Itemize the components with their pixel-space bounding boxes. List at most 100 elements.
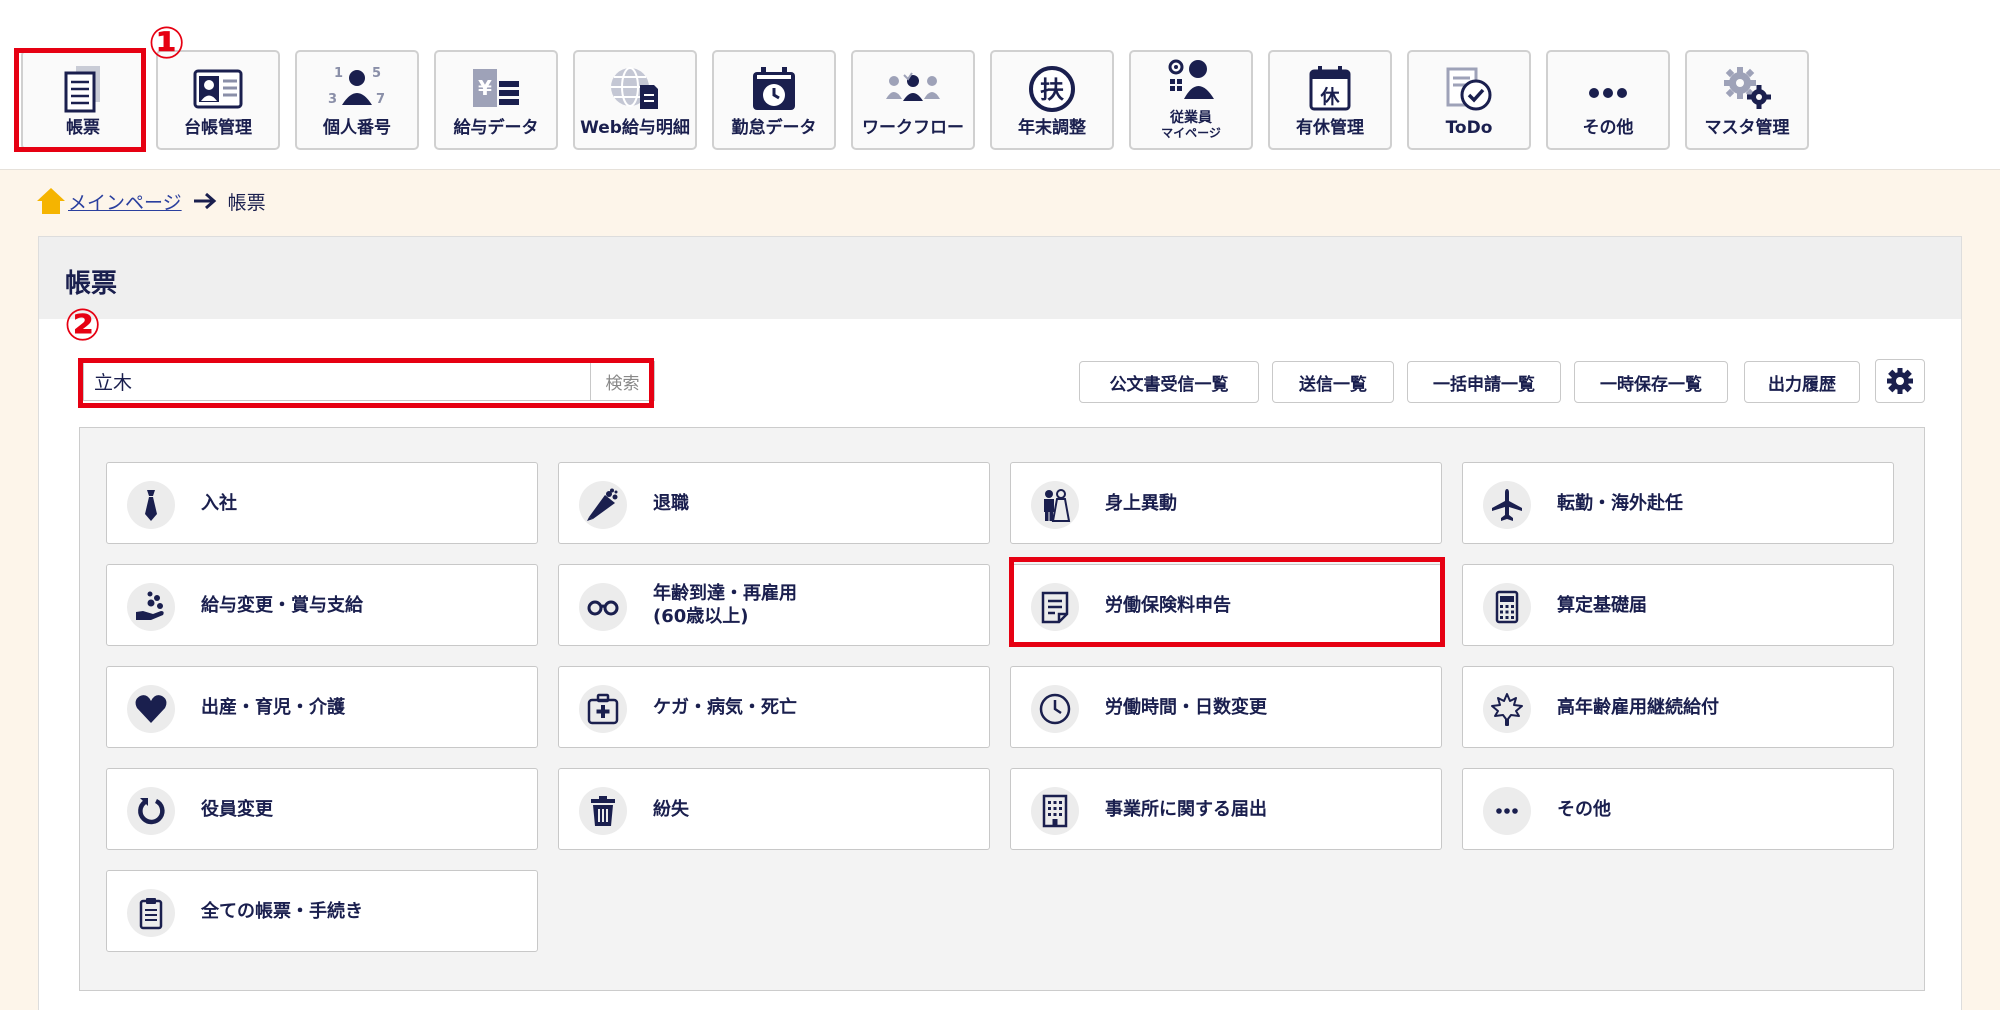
category-card-nyusha[interactable]: 入社	[106, 462, 538, 544]
toolbar-label: ワークフロー	[862, 118, 964, 138]
fuyou-seal-icon: 扶	[1029, 66, 1075, 112]
svg-text:7: 7	[376, 92, 385, 107]
clock-icon	[1039, 693, 1071, 725]
category-card-yakuin-henko[interactable]: 役員変更	[106, 768, 538, 850]
toolbar-label: その他	[1582, 118, 1634, 138]
forms-panel: 帳票 検索 公文書受信一覧 送信一覧 一括申請一覧 一時保存一覧 出力履歴	[38, 236, 1962, 1010]
hand-coins-icon	[136, 591, 164, 620]
breadcrumb-home-link[interactable]: メインページ	[68, 188, 182, 215]
workflow-people-icon	[886, 72, 940, 101]
category-label: 役員変更	[201, 798, 273, 820]
refresh-icon	[138, 798, 165, 825]
category-card-santei-kiso[interactable]: 算定基礎届	[1462, 564, 1894, 646]
employee-mypage-icon	[1168, 59, 1214, 99]
wedding-couple-icon	[1044, 489, 1071, 522]
svg-text:3: 3	[328, 92, 337, 107]
category-card-taishoku[interactable]: 退職	[558, 462, 990, 544]
toolbar-web-payslip-button[interactable]: Web給与明細	[573, 50, 697, 150]
category-label: 紛失	[653, 798, 689, 820]
more-dots-icon	[1589, 88, 1627, 98]
temp-saved-list-button[interactable]: 一時保存一覧	[1574, 361, 1728, 403]
globe-document-icon	[611, 67, 658, 109]
page-title: 帳票	[65, 269, 118, 299]
toolbar-master-management-button[interactable]: マスタ管理	[1685, 50, 1809, 150]
category-label: その他	[1557, 798, 1611, 820]
output-history-button[interactable]: 出力履歴	[1744, 361, 1860, 403]
toolbar-label: 有休管理	[1296, 118, 1364, 138]
calendar-kyu-icon: 休	[1309, 66, 1351, 111]
category-card-konenrei[interactable]: 高年齢雇用継続給付	[1462, 666, 1894, 748]
toolbar-label: ToDo	[1445, 118, 1493, 138]
necktie-icon	[145, 490, 157, 521]
category-label: ケガ・病気・死亡	[653, 696, 797, 718]
id-card-icon	[193, 69, 243, 109]
bouquet-icon	[587, 488, 618, 521]
heart-icon	[135, 695, 167, 723]
category-card-shussan[interactable]: 出産・育児・介護	[106, 666, 538, 748]
toolbar-label: マスタ管理	[1704, 118, 1790, 138]
main-area: メインページ 帳票 帳票 検索 公文書受信一覧 送信一覧 一括申請一覧 一時保存…	[0, 170, 2000, 1010]
category-card-kyuyo-henko[interactable]: 給与変更・賞与支給	[106, 564, 538, 646]
highlight-frame	[1009, 557, 1445, 647]
toolbar-paid-leave-button[interactable]: 休 有休管理	[1268, 50, 1392, 150]
category-label: 全ての帳票・手続き	[201, 900, 363, 922]
breadcrumb-current: 帳票	[227, 191, 266, 214]
category-card-all-forms[interactable]: 全ての帳票・手続き	[106, 870, 538, 952]
svg-text:休: 休	[1319, 86, 1340, 108]
category-card-funshitsu[interactable]: 紛失	[558, 768, 990, 850]
toolbar-label: 年末調整	[1018, 118, 1086, 138]
toolbar-label: 台帳管理	[184, 118, 252, 138]
toolbar-mynumber-button[interactable]: 1 5 3 7 個人番号	[295, 50, 419, 150]
category-card-rodo-jikan[interactable]: 労働時間・日数変更	[1010, 666, 1442, 748]
toolbar-label: 勤怠データ	[731, 118, 817, 138]
settings-button[interactable]	[1875, 359, 1925, 403]
category-label: 出産・育児・介護	[201, 696, 345, 718]
arrow-right-icon	[193, 192, 216, 210]
highlight-frame	[14, 48, 146, 152]
sent-list-button[interactable]: 送信一覧	[1272, 361, 1394, 403]
toolbar-payroll-data-button[interactable]: ¥ 給与データ	[434, 50, 558, 150]
top-toolbar: 帳票 台帳管理 1 5 3 7 個人番号 ¥ 給与データ Web給与明細 勤怠デ…	[0, 0, 2000, 170]
panel-header: 帳票	[39, 237, 1961, 319]
glasses-icon	[587, 600, 619, 616]
callout-number: ①	[148, 18, 186, 69]
category-card-jigyosho[interactable]: 事業所に関する届出	[1010, 768, 1442, 850]
category-card-shinjo-ido[interactable]: 身上異動	[1010, 462, 1442, 544]
toolbar-workflow-button[interactable]: ワークフロー	[851, 50, 975, 150]
category-label: 事業所に関する届出	[1105, 798, 1267, 820]
clock-calendar-icon	[753, 67, 795, 110]
category-card-kega[interactable]: ケガ・病気・死亡	[558, 666, 990, 748]
category-label: 高年齢雇用継続給付	[1557, 696, 1719, 718]
airplane-icon	[1492, 489, 1522, 521]
breadcrumb: メインページ 帳票	[36, 186, 266, 216]
toolbar-other-button[interactable]: その他	[1546, 50, 1670, 150]
category-label: 退職	[653, 492, 689, 514]
todo-check-icon	[1446, 67, 1492, 111]
highlight-frame	[78, 358, 654, 408]
toolbar-label: 従業員 マイページ	[1131, 110, 1251, 140]
gears-icon	[1724, 67, 1771, 109]
category-card-sonota[interactable]: その他	[1462, 768, 1894, 850]
toolbar-employee-mypage-button[interactable]: 従業員 マイページ	[1129, 50, 1253, 150]
category-label: 身上異動	[1105, 492, 1177, 514]
category-label: 算定基礎届	[1557, 594, 1647, 616]
bulk-application-list-button[interactable]: 一括申請一覧	[1407, 361, 1561, 403]
yen-data-icon: ¥	[473, 69, 519, 107]
category-card-nenrei-toutatsu[interactable]: 年齢到達・再雇用 (60歳以上)	[558, 564, 990, 646]
category-grid: 入社 退職 身上異動 転勤・海外赴任 給与変更・賞与支給 年齢到達・再雇用 (6…	[79, 427, 1925, 991]
toolbar-label-line2: マイページ	[1161, 126, 1221, 140]
category-label: 入社	[201, 492, 237, 514]
toolbar-attendance-button[interactable]: 勤怠データ	[712, 50, 836, 150]
toolbar-todo-button[interactable]: ToDo	[1407, 50, 1531, 150]
official-docs-received-button[interactable]: 公文書受信一覧	[1079, 361, 1259, 403]
calculator-icon	[1495, 590, 1519, 624]
toolbar-label-line1: 従業員	[1170, 110, 1212, 126]
category-label: 年齢到達・再雇用 (60歳以上)	[653, 583, 797, 627]
svg-text:1: 1	[334, 66, 343, 81]
first-aid-kit-icon	[587, 693, 619, 725]
category-card-tenkin[interactable]: 転勤・海外赴任	[1462, 462, 1894, 544]
toolbar-year-end-adjustment-button[interactable]: 扶 年末調整	[990, 50, 1114, 150]
person-number-icon: 1 5 3 7	[328, 66, 385, 107]
svg-text:扶: 扶	[1040, 76, 1064, 104]
more-dots-icon	[1496, 808, 1518, 814]
